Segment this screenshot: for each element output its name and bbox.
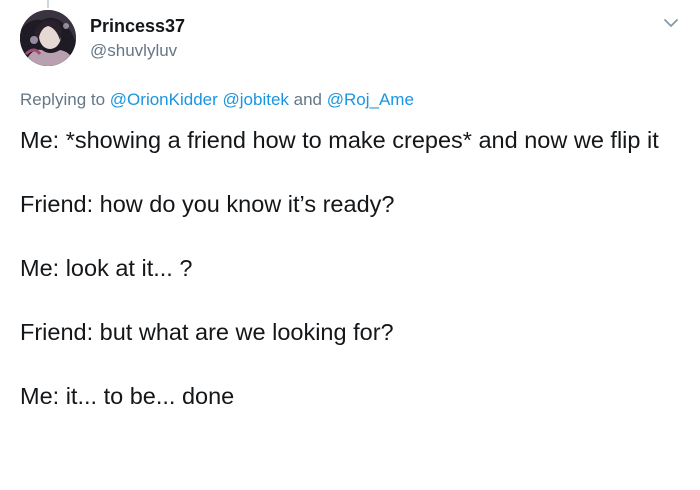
replying-to-label: Replying to <box>20 90 106 109</box>
replying-to-line: Replying to @OrionKidder @jobitek and @R… <box>20 89 414 111</box>
tweet-paragraph: Me: it... to be... done <box>20 383 235 409</box>
mention-link-orionkidder[interactable]: @OrionKidder <box>110 90 218 109</box>
mention-link-jobitek[interactable]: @jobitek <box>223 90 289 109</box>
author-display-name[interactable]: Princess37 <box>90 15 185 37</box>
tweet-menu-button[interactable] <box>660 12 682 34</box>
thread-connector-line <box>47 0 49 8</box>
tweet-paragraph: Friend: how do you know it’s ready? <box>20 191 395 217</box>
tweet-paragraph: Me: look at it... ? <box>20 255 193 281</box>
tweet-text: Me: *showing a friend how to make crepes… <box>20 124 680 412</box>
tweet-paragraph: Me: *showing a friend how to make crepes… <box>20 127 659 153</box>
tweet-paragraph: Friend: but what are we looking for? <box>20 319 394 345</box>
mention-link-roj-ame[interactable]: @Roj_Ame <box>327 90 414 109</box>
profile-photo-icon <box>20 10 76 66</box>
avatar[interactable] <box>20 10 76 66</box>
tweet-author: Princess37 @shuvlyluv <box>90 15 185 62</box>
replying-to-conjunction: and <box>293 90 323 109</box>
chevron-down-icon <box>664 19 678 27</box>
author-handle[interactable]: @shuvlyluv <box>90 40 185 62</box>
